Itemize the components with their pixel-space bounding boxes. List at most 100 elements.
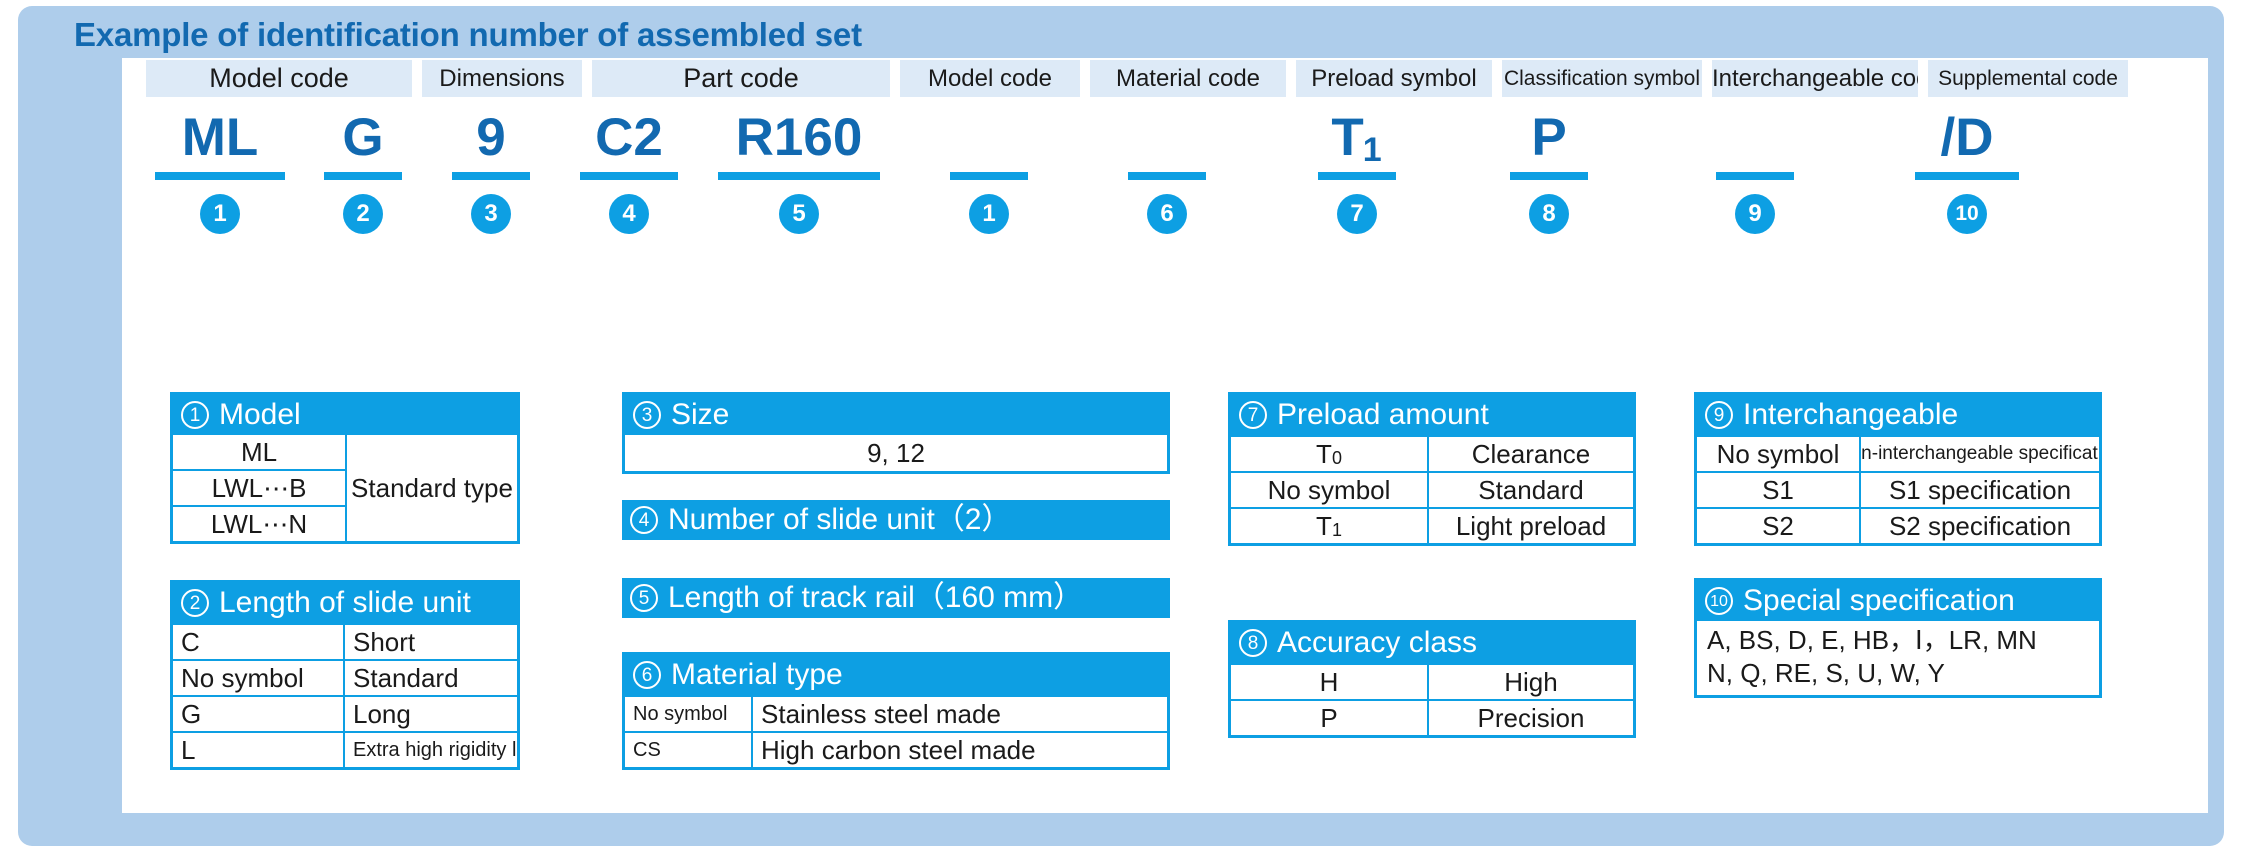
- table-material: 6 Material type No symbol Stainless stee…: [622, 652, 1170, 770]
- table-slide-count-title: Number of slide unit（2）: [668, 503, 1012, 536]
- table-row: No symbol Non-interchangeable specificat…: [1697, 435, 2099, 471]
- table-model-title: Model: [219, 398, 301, 431]
- circle-number-icon: 2: [181, 589, 209, 617]
- code-segment-value: T1: [1331, 108, 1382, 169]
- table-row: No symbol Standard: [1231, 471, 1633, 507]
- code-segment-value: [1696, 108, 1814, 168]
- code-segment-number-badge: 10: [1947, 194, 1987, 234]
- circle-number-icon: 3: [633, 401, 661, 429]
- code-section-label: Model code: [146, 60, 412, 97]
- table-special-spec: 10 Special specification A, BS, D, E, HB…: [1694, 578, 2102, 698]
- code-section-label: Dimensions: [422, 60, 582, 97]
- code-segment: T1 7: [1298, 108, 1416, 234]
- code-segment-number-badge: 6: [1147, 194, 1187, 234]
- table-special-spec-header: 10 Special specification: [1697, 581, 2099, 621]
- code-segment-value: G: [342, 108, 384, 167]
- code-segment: 1: [930, 108, 1048, 234]
- circle-number-icon: 9: [1705, 401, 1733, 429]
- code-segment-number-badge: 4: [609, 194, 649, 234]
- table-slide-count: 4 Number of slide unit（2）: [622, 500, 1170, 540]
- table-row: T1 Light preload: [1231, 507, 1633, 543]
- code-section-label: Supplemental code: [1928, 60, 2128, 97]
- table-preload-header: 7 Preload amount: [1231, 395, 1633, 435]
- circle-number-icon: 7: [1239, 401, 1267, 429]
- table-row: G Long: [173, 695, 517, 731]
- code-segment-value: R160: [735, 108, 863, 167]
- code-section-label: Classification symbol: [1502, 60, 1702, 97]
- table-rail-length-header: 5 Length of track rail（160 mm）: [622, 578, 1170, 618]
- code-segment-rule: [452, 172, 530, 180]
- table-size-header: 3 Size: [625, 395, 1167, 435]
- table-rail-length: 5 Length of track rail（160 mm）: [622, 578, 1170, 618]
- table-size-title: Size: [671, 398, 730, 431]
- code-segment-rule: [1128, 172, 1206, 180]
- table-model: 1 Model ML LWL⋯B LWL⋯N Standard type: [170, 392, 520, 544]
- table-slide-length-title: Length of slide unit: [219, 586, 471, 619]
- identification-number-breakdown: Model code Dimensions Part code Model code M…: [104, 60, 2190, 310]
- preload-key-t1: T1: [1231, 509, 1429, 543]
- code-segment-rule: [1915, 172, 2019, 180]
- table-interchangeable-header: 9 Interchangeable: [1697, 395, 2099, 435]
- circle-number-icon: 6: [633, 661, 661, 689]
- code-segment-rule: [1716, 172, 1794, 180]
- code-segment-value: 9: [476, 108, 506, 167]
- table-row: S1 S1 specification: [1697, 471, 2099, 507]
- code-segment-number-badge: 5: [779, 194, 819, 234]
- table-material-title: Material type: [671, 658, 843, 691]
- code-segment-value: /D: [1940, 108, 1994, 167]
- code-section-label: Part code: [592, 60, 890, 97]
- code-segment-rule: [950, 172, 1028, 180]
- code-segment-value: C2: [595, 108, 663, 167]
- code-segment: G2: [314, 108, 412, 234]
- table-rail-length-title: Length of track rail（160 mm）: [668, 581, 1084, 614]
- code-segment-number-badge: 1: [969, 194, 1009, 234]
- table-model-merged-value: Standard type: [345, 435, 517, 541]
- code-section-label: Model code: [900, 60, 1080, 97]
- table-preload: 7 Preload amount T0 Clearance No symbol …: [1228, 392, 1636, 546]
- table-row: No symbol Standard: [173, 659, 517, 695]
- code-segment-number-badge: 8: [1529, 194, 1569, 234]
- code-segment-number-badge: 2: [343, 194, 383, 234]
- code-segment: 9: [1696, 108, 1814, 234]
- table-row: LWL⋯N: [173, 505, 345, 541]
- table-interchangeable: 9 Interchangeable No symbol Non-intercha…: [1694, 392, 2102, 546]
- table-size: 3 Size 9, 12: [622, 392, 1170, 474]
- table-slide-count-header: 4 Number of slide unit（2）: [622, 500, 1170, 540]
- table-row: LWL⋯B: [173, 469, 345, 505]
- code-segment-value: ML: [181, 108, 259, 167]
- code-segment: P8: [1490, 108, 1608, 234]
- table-row: H High: [1231, 663, 1633, 699]
- table-material-header: 6 Material type: [625, 655, 1167, 695]
- code-segment-number-badge: 1: [200, 194, 240, 234]
- code-segment-rule: [324, 172, 402, 180]
- table-slide-length-header: 2 Length of slide unit: [173, 583, 517, 623]
- code-segment-rule: [155, 172, 285, 180]
- code-segment-value: [1108, 108, 1226, 168]
- page-title: Example of identification number of asse…: [74, 16, 862, 53]
- circle-number-icon: 4: [630, 506, 658, 534]
- table-special-spec-title: Special specification: [1743, 584, 2015, 617]
- code-segment-value: P: [1531, 108, 1567, 167]
- code-section-label: Material code: [1090, 60, 1286, 97]
- table-row: L Extra high rigidity long: [173, 731, 517, 767]
- code-segment: ML 1: [146, 108, 294, 234]
- special-spec-line-2: N, Q, RE, S, U, W, Y: [1707, 658, 1945, 688]
- code-segment: R160 5: [708, 108, 890, 234]
- code-segment: 93: [442, 108, 540, 234]
- code-segment-number-badge: 3: [471, 194, 511, 234]
- table-model-header: 1 Model: [173, 395, 517, 435]
- preload-key-t0: T0: [1231, 437, 1429, 471]
- code-segment: C2 4: [570, 108, 688, 234]
- code-section-label: Interchangeable code: [1712, 60, 1918, 97]
- special-spec-line-1: A, BS, D, E, HB，Ⅰ，LR, MN: [1707, 625, 2037, 655]
- code-segment: 6: [1108, 108, 1226, 234]
- code-segment-rule: [718, 172, 880, 180]
- table-row: CS High carbon steel made: [625, 731, 1167, 767]
- table-slide-length: 2 Length of slide unit C Short No symbol…: [170, 580, 520, 770]
- circle-number-icon: 1: [181, 401, 209, 429]
- table-accuracy-title: Accuracy class: [1277, 626, 1478, 659]
- code-segment-rule: [580, 172, 678, 180]
- circle-number-icon: 8: [1239, 629, 1267, 657]
- code-segment-number-badge: 9: [1735, 194, 1775, 234]
- table-row: No symbol Stainless steel made: [625, 695, 1167, 731]
